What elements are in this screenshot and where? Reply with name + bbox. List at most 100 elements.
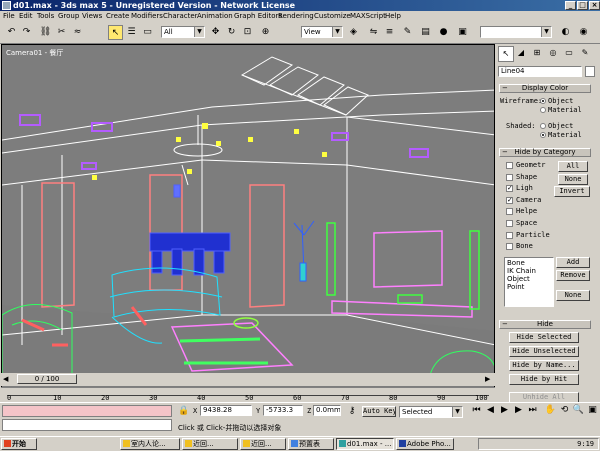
hide-by-name-button[interactable]: Hide by Name... (509, 360, 579, 371)
time-slider[interactable]: 0 / 100 ◀ ▶ (1, 373, 495, 386)
list-item[interactable]: Bone (507, 259, 551, 267)
select-scale-icon[interactable]: ⊡ (240, 25, 255, 40)
camera-viewport[interactable]: Camera01 - 餐厅 (1, 44, 495, 390)
taskbar-item-active[interactable]: d01.max - ... (336, 438, 394, 450)
category-checkbox[interactable] (506, 208, 513, 216)
maxscript-listener[interactable] (2, 405, 172, 417)
y-coordinate-field[interactable]: -5733.3 (263, 405, 303, 416)
render-last-icon[interactable]: ◉ (576, 25, 591, 40)
category-checkbox[interactable] (506, 173, 513, 181)
object-color-swatch[interactable] (585, 66, 595, 77)
none-list-button[interactable]: None (556, 290, 590, 301)
bind-space-warp-icon[interactable]: ≈ (70, 25, 85, 40)
orbit-icon[interactable]: ⟲ (558, 404, 571, 416)
go-to-end-icon[interactable]: ⏭ (526, 404, 539, 416)
play-icon[interactable]: ▶ (498, 404, 511, 416)
add-button[interactable]: Add (556, 257, 590, 268)
create-tab-icon[interactable]: ↖ (498, 46, 514, 62)
named-selection-icon[interactable]: ✎ (400, 25, 415, 40)
hide-unselected-button[interactable]: Hide Unselected (509, 346, 579, 357)
key-filter-combo[interactable]: Selected ▼ (399, 406, 463, 418)
wireframe-material-radio[interactable] (540, 107, 546, 113)
category-checkbox[interactable]: ✓ (506, 196, 513, 204)
menu-customize[interactable]: Customize (314, 11, 351, 22)
z-coordinate-field[interactable]: 0.0mm (313, 405, 341, 416)
track-bar[interactable]: 0 10 20 30 40 50 60 70 80 90 100 (1, 387, 495, 403)
prev-frame-icon[interactable]: ◀ (3, 375, 8, 383)
next-frame-icon[interactable]: ▶ (485, 375, 490, 383)
menu-modifiers[interactable]: Modifiers (131, 11, 163, 22)
select-by-name-icon[interactable]: ☰ (124, 25, 139, 40)
hierarchy-tab-icon[interactable]: ⊞ (530, 46, 544, 60)
selection-region-icon[interactable]: ▭ (140, 25, 155, 40)
category-checkbox[interactable] (506, 243, 513, 251)
hide-by-category-rollout[interactable]: − Hide by Category (499, 148, 591, 157)
invert-button[interactable]: Invert (554, 186, 590, 197)
align-icon[interactable]: ≡ (382, 25, 397, 40)
pan-icon[interactable]: ✋ (544, 404, 557, 416)
wireframe-object-radio[interactable] (540, 98, 546, 104)
material-editor-icon[interactable]: ● (436, 25, 451, 40)
hide-selected-button[interactable]: Hide Selected (509, 332, 579, 343)
selection-filter-combo[interactable]: All ▼ (161, 26, 205, 38)
hide-by-hit-button[interactable]: Hide by Hit (509, 374, 579, 385)
key-icon[interactable]: ⚷ (345, 405, 359, 417)
next-frame-icon[interactable]: ▶ (512, 404, 525, 416)
category-listbox[interactable]: Bone IK Chain Object Point (504, 257, 554, 307)
lock-selection-icon[interactable]: 🔒 (178, 405, 190, 417)
shaded-object-radio[interactable] (540, 123, 546, 129)
previous-frame-icon[interactable]: ◀ (484, 404, 497, 416)
menu-edit[interactable]: Edit (19, 11, 33, 22)
hide-rollout[interactable]: − Hide (499, 320, 591, 329)
taskbar-item[interactable]: 近回... (182, 438, 238, 450)
unlink-icon[interactable]: ✂ (54, 25, 69, 40)
none-button[interactable]: None (558, 174, 588, 185)
link-icon[interactable]: ⛓ (38, 25, 53, 40)
maximize-button[interactable]: □ (577, 1, 588, 10)
close-button[interactable]: × (589, 1, 600, 10)
display-color-rollout[interactable]: − Display Color (499, 84, 591, 93)
menu-character[interactable]: Character (163, 11, 198, 22)
menu-rendering[interactable]: Rendering (278, 11, 314, 22)
menu-file[interactable]: File (3, 11, 15, 22)
menu-animation[interactable]: Animation (197, 11, 233, 22)
maxscript-mini-listener[interactable] (2, 419, 172, 431)
list-item[interactable]: IK Chain Object (507, 267, 551, 283)
maximize-viewport-icon[interactable]: ▣ (586, 404, 599, 416)
track-view-icon[interactable]: ▤ (418, 25, 433, 40)
modify-tab-icon[interactable]: ◢ (514, 46, 528, 60)
taskbar-item[interactable]: Adobe Pho... (396, 438, 454, 450)
select-rotate-icon[interactable]: ↻ (224, 25, 239, 40)
category-checkbox[interactable] (506, 220, 513, 227)
utilities-tab-icon[interactable]: ✎ (578, 46, 592, 60)
display-tab-icon[interactable]: ▭ (562, 46, 576, 60)
remove-button[interactable]: Remove (556, 270, 590, 281)
time-slider-thumb[interactable]: 0 / 100 (17, 374, 77, 384)
pivot-center-icon[interactable]: ◈ (346, 25, 361, 40)
all-button[interactable]: All (558, 161, 588, 172)
go-to-start-icon[interactable]: ⏮ (470, 404, 483, 416)
menu-group[interactable]: Group (58, 11, 79, 22)
category-checkbox[interactable]: ✓ (506, 185, 513, 193)
select-object-icon[interactable]: ↖ (108, 25, 123, 40)
minimize-button[interactable]: _ (565, 1, 576, 10)
motion-tab-icon[interactable]: ◎ (546, 46, 560, 60)
menu-help[interactable]: Help (385, 11, 401, 22)
select-manipulate-icon[interactable]: ⊕ (258, 25, 273, 40)
shaded-material-radio[interactable] (540, 132, 546, 138)
taskbar-item[interactable]: 近回... (240, 438, 286, 450)
auto-key-button[interactable]: Auto Key (362, 406, 396, 417)
category-checkbox[interactable] (506, 162, 513, 169)
menu-maxscript[interactable]: MAXScript (350, 11, 386, 22)
render-type-combo[interactable]: ▼ (480, 26, 552, 38)
object-name-field[interactable]: Line04 (498, 66, 582, 77)
category-checkbox[interactable] (506, 231, 513, 239)
menu-create[interactable]: Create (106, 11, 129, 22)
mirror-icon[interactable]: ⇋ (366, 25, 381, 40)
reference-coord-combo[interactable]: View ▼ (301, 26, 343, 38)
viewport-label[interactable]: Camera01 - 餐厅 (6, 48, 63, 58)
start-button[interactable]: 开始 (1, 438, 37, 450)
list-item[interactable]: Point (507, 283, 551, 291)
quick-render-icon[interactable]: ◐ (558, 25, 573, 40)
zoom-icon[interactable]: 🔍 (572, 404, 585, 416)
